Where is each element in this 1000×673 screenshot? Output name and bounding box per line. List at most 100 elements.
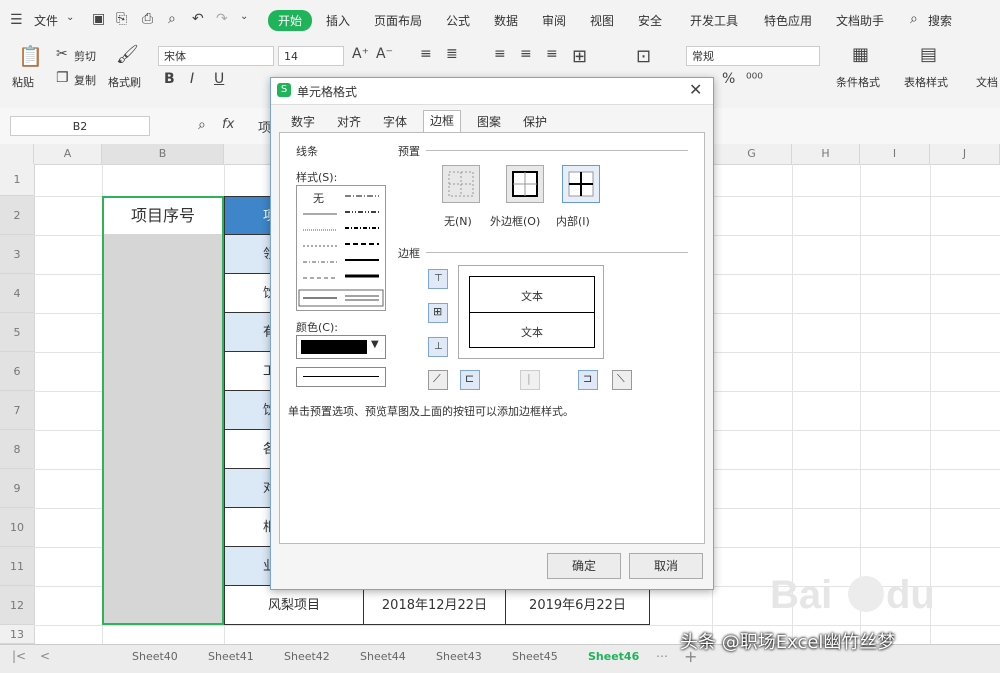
tab-features[interactable]: 特色应用	[764, 12, 812, 29]
line-style-samples[interactable]	[297, 186, 385, 310]
cell-c10[interactable]: 相	[224, 508, 276, 547]
row-header-8[interactable]: 8	[0, 430, 34, 469]
color-dropdown[interactable]: ▼	[296, 335, 386, 359]
scissors-icon[interactable]: ✂	[56, 46, 68, 62]
print-preview-icon[interactable]: ⌕	[168, 11, 176, 27]
row-header-2[interactable]: 2	[0, 196, 34, 235]
bold-icon[interactable]: B	[164, 71, 175, 87]
sheet-tab[interactable]: Sheet44	[360, 650, 406, 663]
row-header-6[interactable]: 6	[0, 352, 34, 391]
row-header-7[interactable]: 7	[0, 391, 34, 430]
ok-button[interactable]: 确定	[547, 553, 621, 579]
border-inside-horizontal-button[interactable]: ⊞	[428, 303, 448, 323]
row-header-9[interactable]: 9	[0, 469, 34, 508]
tab-home[interactable]: 开始	[268, 10, 313, 31]
cell-c4[interactable]: 饮	[224, 274, 276, 313]
cell-c6[interactable]: 工	[224, 352, 276, 391]
thousands-icon[interactable]: ⁰⁰⁰	[746, 71, 763, 87]
italic-icon[interactable]: I	[190, 71, 194, 87]
save-icon[interactable]: ▣	[92, 11, 105, 27]
search-icon[interactable]: ⌕	[910, 11, 918, 27]
row-header-5[interactable]: 5	[0, 313, 34, 352]
cell-c9[interactable]: 对	[224, 469, 276, 508]
cell-c12[interactable]: 风梨项目	[224, 586, 364, 625]
dialog-tab-number[interactable]: 数字	[285, 112, 321, 132]
tab-page-layout[interactable]: 页面布局	[374, 12, 422, 29]
cell-c7[interactable]: 饮	[224, 391, 276, 430]
number-format-select[interactable]: 常规	[686, 46, 820, 66]
align-center-icon[interactable]: ≡	[520, 46, 532, 62]
border-preview[interactable]: 文本 文本	[458, 265, 604, 359]
decrease-font-icon[interactable]: A⁻	[376, 46, 393, 62]
wrap-text-icon[interactable]: ⊡	[636, 46, 651, 67]
zoom-icon[interactable]: ⌕	[198, 117, 206, 133]
fx-icon[interactable]: fx	[222, 117, 234, 132]
paste-icon[interactable]: 📋	[18, 44, 43, 68]
export-pdf-icon[interactable]: ⎘	[116, 11, 127, 27]
cell-c5[interactable]: 有	[224, 313, 276, 352]
row-header-13[interactable]: 13	[0, 625, 34, 644]
sheet-tab[interactable]: Sheet45	[512, 650, 558, 663]
cell-e12[interactable]: 2019年6月22日	[506, 586, 650, 625]
chevron-down-icon[interactable]: ▼	[371, 339, 379, 350]
col-header-g[interactable]: G	[712, 144, 792, 164]
select-all-corner[interactable]	[0, 144, 34, 164]
dialog-tab-font[interactable]: 字体	[377, 112, 413, 132]
merge-center-icon[interactable]: ⊞	[572, 46, 587, 67]
row-header-12[interactable]: 12	[0, 586, 34, 625]
conditional-format-button[interactable]: 条件格式	[836, 74, 880, 90]
border-diagonal-up-button[interactable]: ⟋	[428, 370, 448, 390]
underline-icon[interactable]: U	[214, 71, 224, 87]
search-label[interactable]: 搜索	[928, 12, 952, 29]
cell-b2[interactable]: 项目序号	[104, 198, 222, 234]
preset-outline-button[interactable]	[506, 165, 544, 203]
tab-developer[interactable]: 开发工具	[690, 12, 738, 29]
line-style-list[interactable]: 无	[296, 185, 386, 311]
border-left-button[interactable]: ⊏	[460, 370, 480, 390]
dialog-titlebar[interactable]: S 单元格格式 ✕	[271, 78, 713, 105]
format-painter-button[interactable]: 格式刷	[108, 74, 141, 90]
cell-d12[interactable]: 2018年12月22日	[364, 586, 506, 625]
cell-c8[interactable]: 各	[224, 430, 276, 469]
col-header-b[interactable]: B	[102, 144, 224, 164]
hamburger-icon[interactable]: ☰	[10, 12, 23, 28]
border-right-button[interactable]: ⊐	[578, 370, 598, 390]
tab-data[interactable]: 数据	[494, 12, 518, 29]
tab-doc-helper[interactable]: 文档助手	[836, 12, 884, 29]
align-top-icon[interactable]: ≡	[420, 46, 432, 62]
sheet-tab[interactable]: Sheet40	[132, 650, 178, 663]
dialog-tab-border[interactable]: 边框	[423, 110, 462, 133]
col-header-a[interactable]: A	[34, 144, 102, 164]
chevron-down-icon[interactable]: ⌄	[66, 12, 74, 23]
tab-review[interactable]: 审阅	[542, 12, 566, 29]
tab-view[interactable]: 视图	[590, 12, 614, 29]
prev-sheet-icon[interactable]: <	[40, 649, 50, 663]
dialog-tab-alignment[interactable]: 对齐	[331, 112, 367, 132]
font-name-select[interactable]: 宋体	[158, 46, 274, 66]
row-header-3[interactable]: 3	[0, 235, 34, 274]
sheet-tab[interactable]: Sheet43	[436, 650, 482, 663]
cell-c3[interactable]: 领	[224, 235, 276, 274]
print-icon[interactable]: ⎙	[142, 11, 153, 27]
align-left-icon[interactable]: ≡	[494, 46, 506, 62]
col-header-i[interactable]: I	[860, 144, 930, 164]
tab-security[interactable]: 安全	[638, 12, 662, 29]
redo-icon[interactable]: ↷	[216, 11, 228, 27]
row-header-10[interactable]: 10	[0, 508, 34, 547]
table-style-icon[interactable]: ▤	[920, 44, 937, 65]
file-menu[interactable]: 文件	[34, 12, 58, 29]
row-header-1[interactable]: 1	[0, 164, 34, 196]
cell-c11[interactable]: 业	[224, 547, 276, 586]
col-header-h[interactable]: H	[792, 144, 860, 164]
sheet-tab[interactable]: Sheet42	[284, 650, 330, 663]
undo-icon[interactable]: ↶	[192, 11, 204, 27]
dialog-tab-protection[interactable]: 保护	[517, 112, 553, 132]
more-tabs-icon[interactable]: ⋯	[656, 649, 668, 663]
font-size-select[interactable]: 14	[278, 46, 344, 66]
preset-inside-button[interactable]	[562, 165, 600, 203]
preset-none-button[interactable]	[442, 165, 480, 203]
border-inside-vertical-button[interactable]: |	[520, 370, 540, 390]
border-top-button[interactable]: ⊤	[428, 269, 448, 289]
align-right-icon[interactable]: ≡	[546, 46, 558, 62]
increase-font-icon[interactable]: A⁺	[352, 46, 369, 62]
